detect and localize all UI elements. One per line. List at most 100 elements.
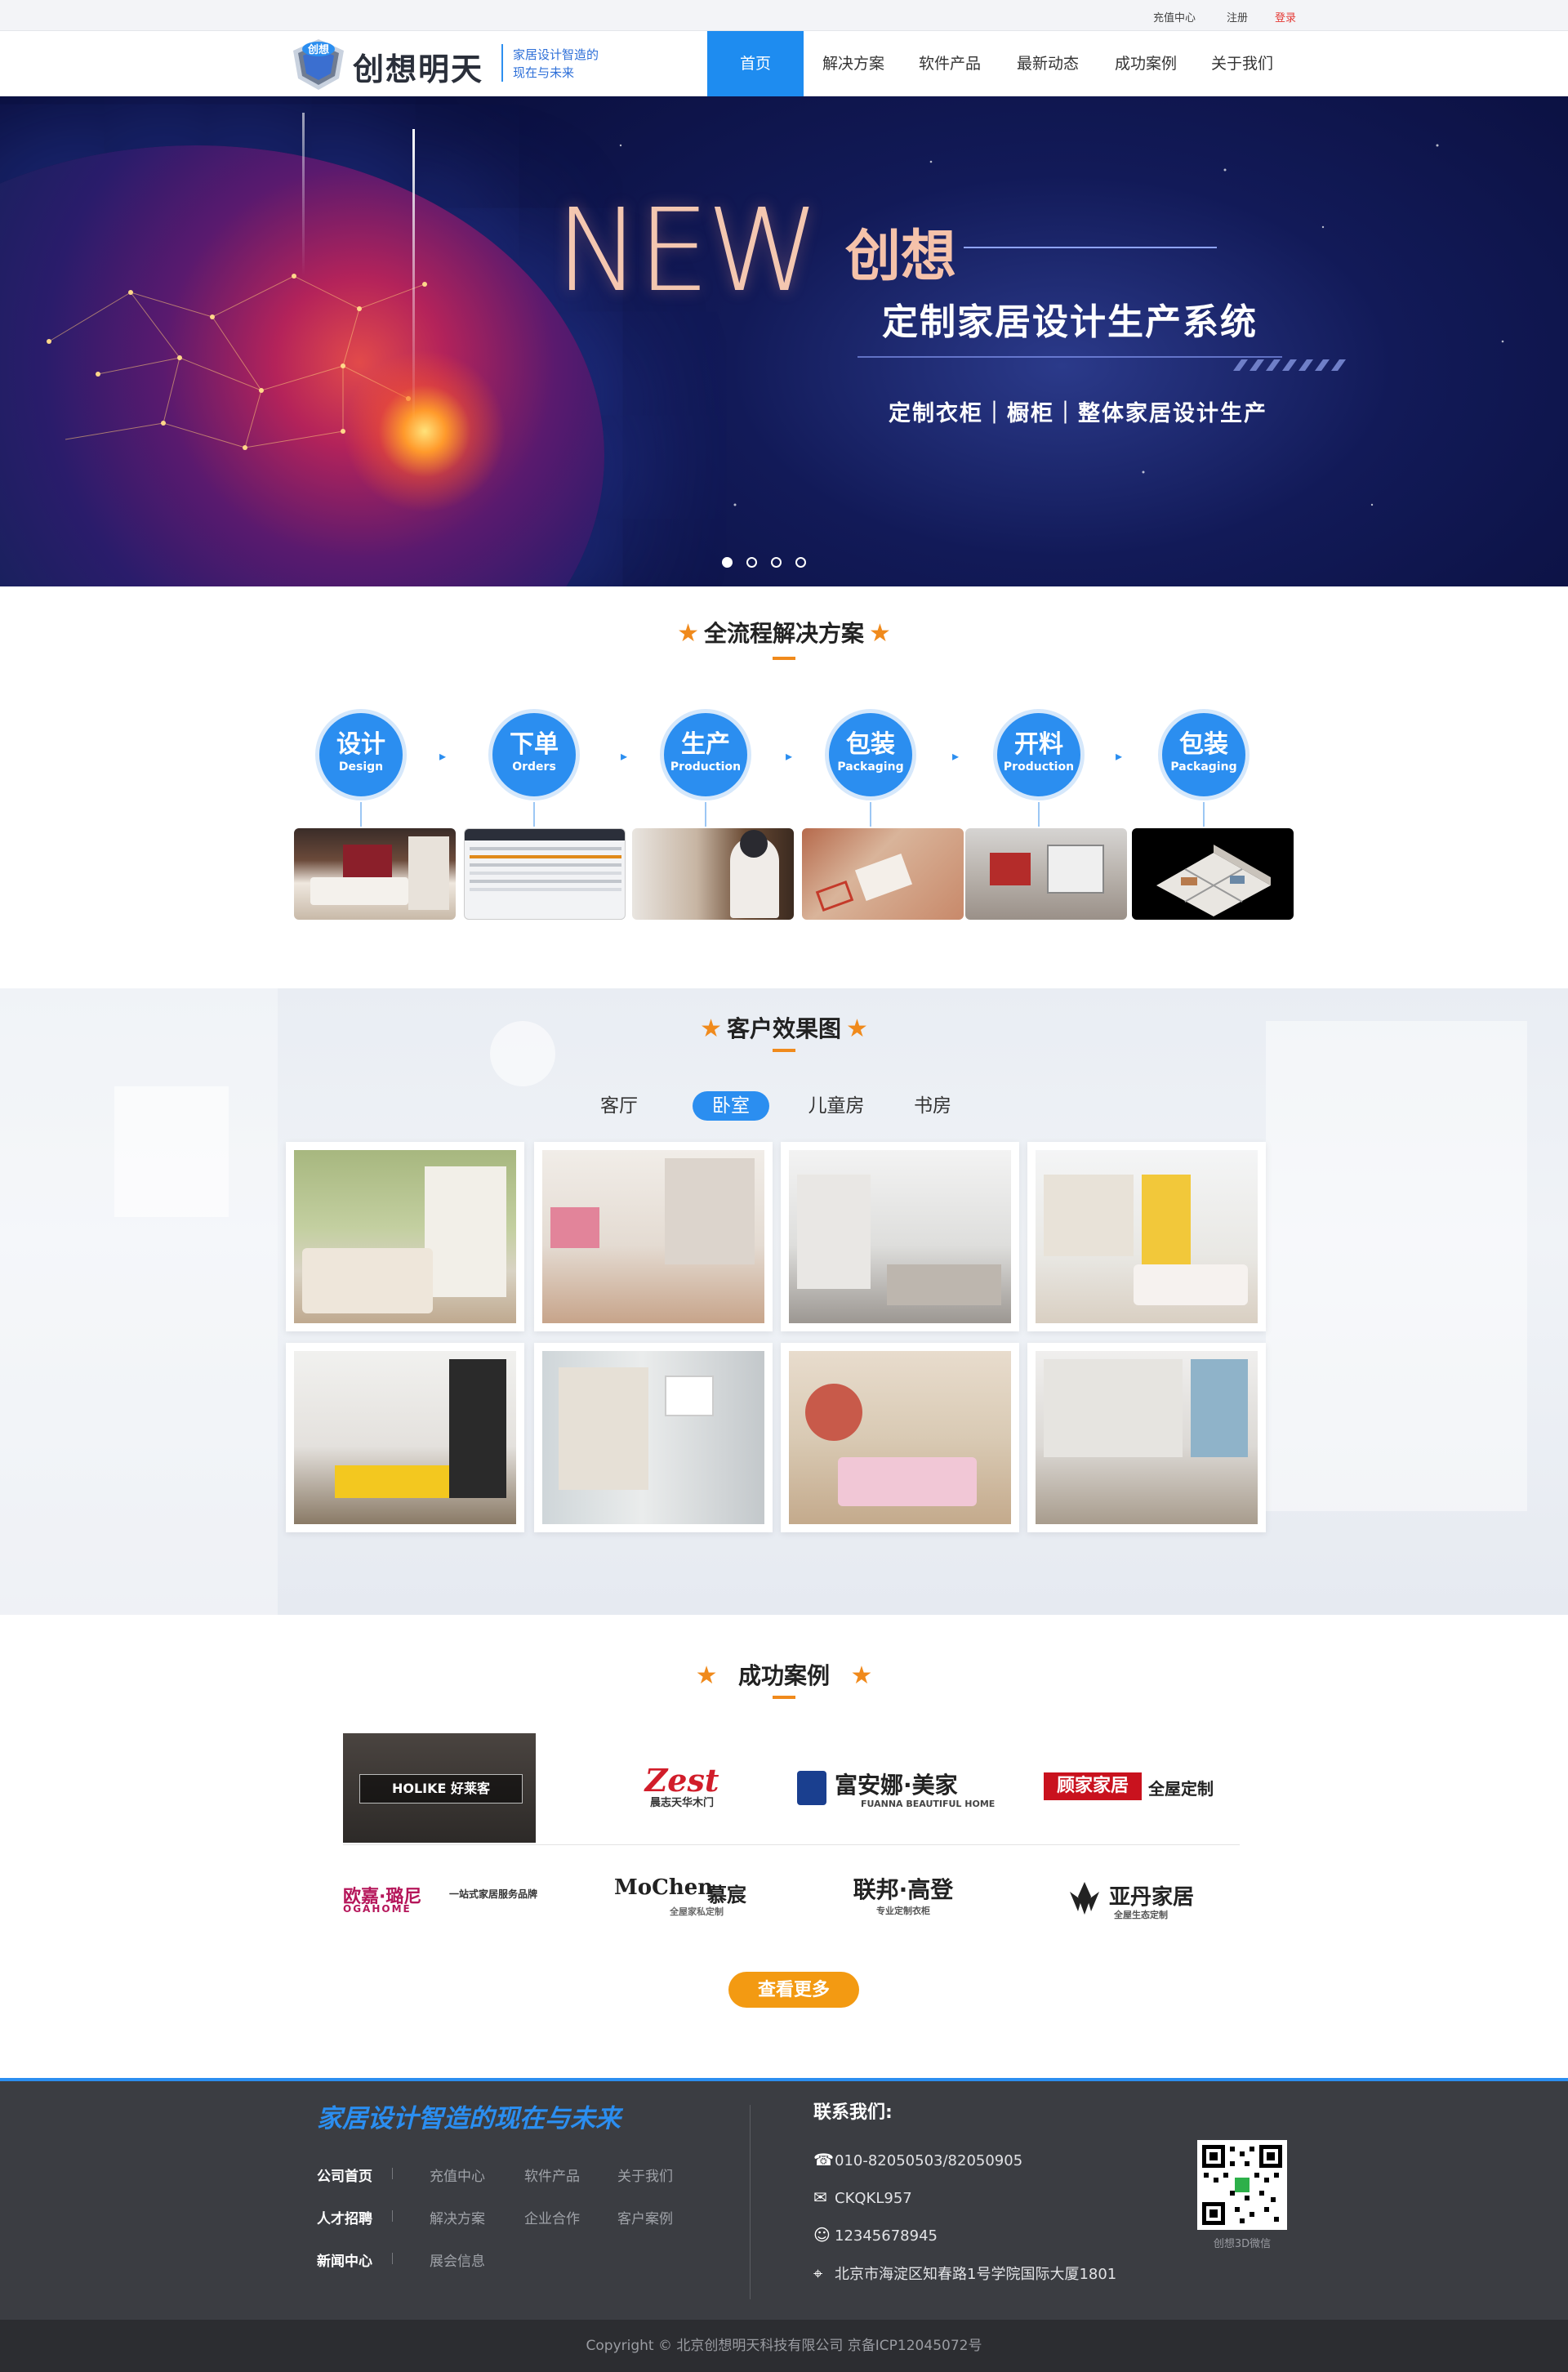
footer-link-software[interactable]: 软件产品 — [524, 2165, 580, 2185]
footer-link-solutions[interactable]: 解决方案 — [430, 2207, 485, 2227]
nav-home[interactable]: 首页 — [707, 31, 804, 96]
case-logo-zest[interactable]: Zest 晨志天华木门 — [629, 1764, 735, 1813]
slide-dot-4[interactable] — [795, 557, 806, 568]
footer-link-exhibitions[interactable]: 展会信息 — [430, 2249, 485, 2270]
step-packaging-2[interactable]: 包装 Packaging — [1158, 709, 1250, 800]
contact-address: ⌖ 北京市海淀区知春路1号学院国际大厦1801 — [813, 2263, 1116, 2284]
bg-decor — [114, 1086, 229, 1217]
step-connector — [1038, 802, 1040, 827]
hero-banner[interactable]: NEW 创想 定制家居设计生产系统 定制衣柜｜橱柜｜整体家居设计生产 — [0, 96, 1568, 586]
footer-link-clients[interactable]: 客户案例 — [617, 2207, 673, 2227]
light-beam-graphic — [412, 129, 415, 423]
slide-dot-1[interactable] — [722, 557, 733, 568]
holike-label: HOLIKE 好莱客 — [359, 1774, 523, 1804]
tab-study[interactable]: 书房 — [905, 1091, 960, 1121]
packaging-photo[interactable] — [802, 828, 964, 920]
mochen-en: MoChen — [614, 1875, 714, 1900]
footer-link-about[interactable]: 关于我们 — [617, 2165, 673, 2185]
banner-headline-new: NEW — [555, 185, 820, 318]
logo-slogan-line1: 家居设计智造的 — [513, 47, 599, 62]
cutting-photo[interactable] — [965, 828, 1127, 920]
tab-bedroom[interactable]: 卧室 — [693, 1091, 769, 1121]
effect-thumb-6[interactable] — [534, 1343, 773, 1532]
orders-software-screenshot[interactable] — [464, 828, 626, 920]
star-icon: ★ — [850, 1661, 873, 1690]
step-orders[interactable]: 下单 Orders — [488, 709, 580, 800]
nav-news[interactable]: 最新动态 — [1003, 31, 1093, 96]
recharge-link[interactable]: 充值中心 — [1153, 9, 1196, 25]
phone-icon: ☎ — [813, 2150, 834, 2169]
case-logo-fuanna[interactable]: 富安娜·美家 FUANNA BEAUTIFUL HOME — [797, 1764, 996, 1813]
nav-software[interactable]: 软件产品 — [905, 31, 995, 96]
tab-living-room[interactable]: 客厅 — [591, 1091, 647, 1121]
footer-link-recharge[interactable]: 充值中心 — [430, 2165, 485, 2185]
cases-divider — [343, 1844, 1240, 1845]
tab-kids-room[interactable]: 儿童房 — [802, 1091, 871, 1121]
login-link[interactable]: 登录 — [1275, 9, 1296, 25]
view-more-button[interactable]: 查看更多 — [728, 1972, 859, 2008]
effects-title: 客户效果图 — [726, 1015, 841, 1042]
star-icon: ★ — [677, 619, 699, 648]
qq-icon: ☺ — [813, 2225, 831, 2245]
production-photo[interactable] — [632, 828, 794, 920]
footer-separator — [392, 2168, 393, 2179]
arrow-right-icon: ▸ — [786, 748, 793, 764]
nav-about[interactable]: 关于我们 — [1197, 31, 1287, 96]
case-logo-mochen[interactable]: MoChen 慕宸 全屋家私定制 — [611, 1875, 750, 1924]
wechat-qr-code[interactable] — [1197, 2140, 1287, 2230]
step-design[interactable]: 设计 Design — [315, 709, 407, 800]
copyright-bar: Copyright © 北京创想明天科技有限公司 京备ICP12045072号 — [0, 2320, 1568, 2372]
logo-badge-icon[interactable]: 创想 — [290, 38, 347, 91]
star-icon: ★ — [846, 1014, 868, 1043]
contact-wechat: ✉ CKQKL957 — [813, 2187, 912, 2207]
case-logo-yadan[interactable]: 亚丹家居 全屋生态定制 — [1067, 1875, 1205, 1924]
effect-thumb-4[interactable] — [1027, 1142, 1266, 1331]
step-connector — [870, 802, 871, 827]
footer-slogan: 家居设计智造的现在与未来 — [317, 2104, 621, 2133]
register-link[interactable]: 注册 — [1227, 9, 1248, 25]
packaging-3d-render[interactable] — [1132, 828, 1294, 920]
star-icon: ★ — [869, 619, 891, 648]
zest-cn: 晨志天华木门 — [649, 1797, 714, 1809]
slide-dot-2[interactable] — [746, 557, 757, 568]
case-logo-lianbang[interactable]: 联邦·高登 专业定制衣柜 — [838, 1875, 969, 1924]
logo-text[interactable]: 创想明天 — [353, 44, 483, 89]
case-logo-oujia[interactable]: 欧嘉·璐尼 OGAHOME 一站式家居服务品牌 — [343, 1879, 537, 1919]
banner-headline-brand: 创想 — [845, 224, 957, 289]
design-photo[interactable] — [294, 828, 456, 920]
effect-thumb-8[interactable] — [1027, 1343, 1266, 1532]
glow-highlight-graphic — [343, 350, 506, 513]
fuanna-en: FUANNA BEAUTIFUL HOME — [861, 1799, 996, 1809]
kuka-sub: 全屋定制 — [1148, 1779, 1214, 1799]
case-logo-kuka[interactable]: 顾家家居 全屋定制 — [1044, 1769, 1223, 1810]
nav-solutions[interactable]: 解决方案 — [808, 31, 898, 96]
nav-cases[interactable]: 成功案例 — [1101, 31, 1191, 96]
case-logo-holike[interactable]: HOLIKE 好莱客 — [343, 1733, 536, 1843]
logo-divider — [501, 44, 503, 82]
effect-thumb-5[interactable] — [286, 1343, 524, 1532]
footer-link-partners[interactable]: 企业合作 — [524, 2207, 580, 2227]
step-production[interactable]: 生产 Production — [660, 709, 751, 800]
step-packaging[interactable]: 包装 Packaging — [825, 709, 916, 800]
step-connector — [533, 802, 535, 827]
step-cutting[interactable]: 开料 Production — [993, 709, 1085, 800]
lianbang-sub: 专业定制衣柜 — [876, 1906, 930, 1916]
effect-thumb-3[interactable] — [781, 1142, 1019, 1331]
solutions-heading: ★ 全流程解决方案 ★ — [0, 616, 1568, 649]
solutions-underline — [773, 657, 795, 660]
logo-slogan: 家居设计智造的 现在与未来 — [513, 46, 599, 82]
light-beam-graphic-2 — [302, 113, 305, 276]
step-connector — [360, 802, 362, 827]
slide-dot-3[interactable] — [771, 557, 782, 568]
footer-link-home[interactable]: 公司首页 — [317, 2165, 372, 2185]
address-text: 北京市海淀区知春路1号学院国际大厦1801 — [835, 2266, 1117, 2283]
banner-deco-line-2 — [858, 356, 1282, 358]
effect-thumb-7[interactable] — [781, 1343, 1019, 1532]
footer-link-news[interactable]: 新闻中心 — [317, 2249, 372, 2270]
footer-link-jobs[interactable]: 人才招聘 — [317, 2207, 372, 2227]
arrow-right-icon: ▸ — [952, 748, 960, 764]
yadan-text: 亚丹家居 — [1109, 1885, 1195, 1910]
step-connector — [1203, 802, 1205, 827]
effect-thumb-2[interactable] — [534, 1142, 773, 1331]
effect-thumb-1[interactable] — [286, 1142, 524, 1331]
